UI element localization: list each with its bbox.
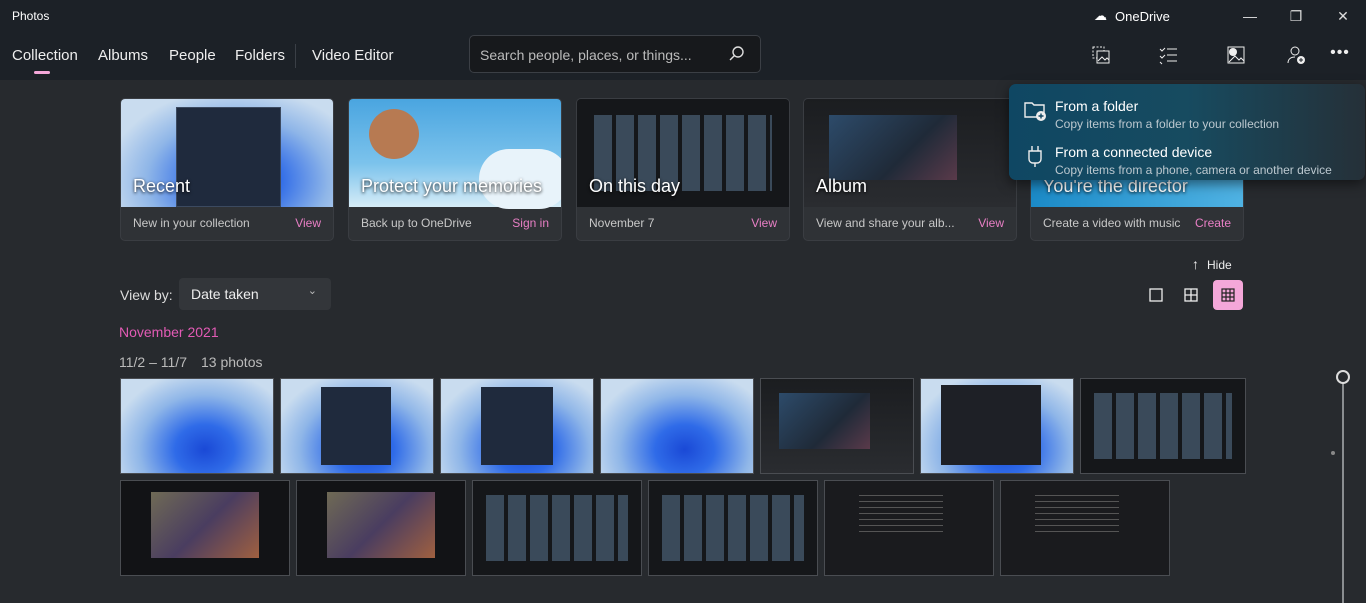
minimize-button[interactable]: — — [1235, 4, 1265, 28]
usb-plug-icon — [1028, 146, 1042, 167]
add-person-icon[interactable] — [1286, 45, 1306, 65]
import-menu: From a folder Copy items from a folder to… — [1009, 84, 1365, 180]
date-range: 11/2 – 11/7 13 photos — [119, 354, 263, 370]
photo-thumbnail[interactable] — [1000, 480, 1170, 576]
view-medium-button[interactable] — [1176, 280, 1206, 310]
active-tab-indicator — [34, 71, 50, 74]
month-heading: November 2021 — [119, 324, 219, 340]
view-button[interactable]: View — [295, 216, 321, 230]
view-button[interactable]: View — [751, 216, 777, 230]
app-title: Photos — [12, 9, 50, 23]
sign-in-button[interactable]: Sign in — [512, 216, 549, 230]
maximize-button[interactable]: ❐ — [1281, 4, 1311, 28]
view-large-button[interactable] — [1141, 280, 1171, 310]
menu-item-from-folder[interactable]: From a folder Copy items from a folder to… — [1009, 88, 1365, 134]
nav-divider — [295, 44, 296, 68]
create-button[interactable]: Create — [1195, 216, 1231, 230]
search-input[interactable]: Search people, places, or things... — [469, 35, 761, 73]
tab-folders[interactable]: Folders — [235, 47, 285, 64]
timeline-scrollbar[interactable] — [1342, 378, 1344, 603]
tab-people[interactable]: People — [169, 47, 216, 64]
card-on-this-day[interactable]: On this day November 7 View — [576, 98, 790, 241]
photo-thumbnail[interactable] — [472, 480, 642, 576]
select-icon[interactable] — [1158, 45, 1178, 65]
photo-thumbnail[interactable] — [1080, 378, 1246, 474]
cloud-off-icon: ☁ — [1094, 8, 1107, 23]
card-protect[interactable]: Protect your memories Back up to OneDriv… — [348, 98, 562, 241]
folder-add-icon — [1024, 102, 1046, 121]
photo-thumbnail[interactable] — [296, 480, 466, 576]
import-icon[interactable] — [1226, 45, 1246, 65]
view-by-dropdown[interactable]: Date taken ⌄ — [179, 278, 331, 310]
onedrive-status[interactable]: ☁ OneDrive — [1094, 8, 1170, 24]
close-button[interactable]: ✕ — [1328, 4, 1358, 28]
menu-item-from-device[interactable]: From a connected device Copy items from a… — [1009, 134, 1365, 180]
timeline-marker — [1331, 451, 1335, 455]
tab-video-editor[interactable]: Video Editor — [312, 47, 393, 64]
photo-thumbnail[interactable] — [760, 378, 914, 474]
view-button[interactable]: View — [978, 216, 1004, 230]
tab-collection[interactable]: Collection — [12, 47, 78, 64]
chevron-down-icon: ⌄ — [307, 285, 317, 297]
tab-albums[interactable]: Albums — [98, 47, 148, 64]
photo-thumbnail[interactable] — [280, 378, 434, 474]
view-by-label: View by: — [120, 287, 173, 303]
timeline-scroll-handle[interactable] — [1336, 370, 1350, 384]
more-options-icon[interactable]: ••• — [1330, 44, 1350, 64]
photo-thumbnail[interactable] — [824, 480, 994, 576]
card-image: Recent — [121, 99, 333, 207]
card-album[interactable]: Album View and share your alb... View — [803, 98, 1017, 241]
view-small-button[interactable] — [1213, 280, 1243, 310]
grid-3x3-icon — [1221, 288, 1235, 302]
slideshow-icon[interactable] — [1091, 45, 1111, 65]
search-icon[interactable] — [728, 45, 746, 63]
card-image: Album — [804, 99, 1016, 207]
photo-thumbnail[interactable] — [120, 480, 290, 576]
card-image: On this day — [577, 99, 789, 207]
grid-2x2-icon — [1184, 288, 1198, 302]
card-recent[interactable]: Recent New in your collection View — [120, 98, 334, 241]
single-square-icon — [1149, 288, 1163, 302]
hide-button[interactable]: ↑ Hide — [1192, 256, 1232, 272]
card-image: Protect your memories — [349, 99, 561, 209]
photo-thumbnail[interactable] — [920, 378, 1074, 474]
photo-thumbnail[interactable] — [120, 378, 274, 474]
photo-thumbnail[interactable] — [440, 378, 594, 474]
photo-thumbnail[interactable] — [648, 480, 818, 576]
photo-thumbnail[interactable] — [600, 378, 754, 474]
arrow-up-icon: ↑ — [1192, 256, 1199, 272]
